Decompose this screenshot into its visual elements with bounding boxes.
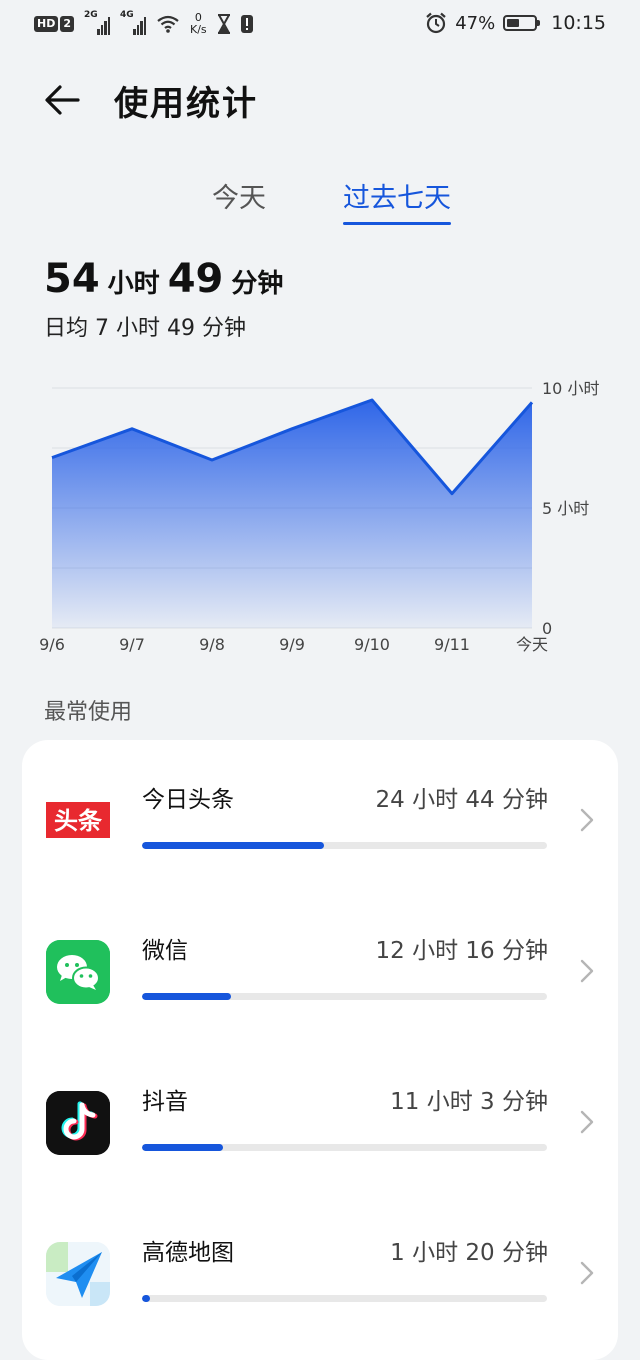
usage-chart: 10 小时5 小时0 9/69/79/89/99/109/11今天 — [0, 370, 640, 660]
sim2-badge: 2 — [60, 16, 74, 32]
usage-bar-track — [142, 1144, 547, 1151]
most-used-card: 头条 今日头条 24 小时 44 分钟 微信 — [22, 740, 618, 1360]
usage-bar-fill — [142, 993, 231, 1000]
back-button[interactable] — [40, 78, 88, 122]
page-title: 使用统计 — [114, 76, 258, 125]
signal-1-label: 2G — [84, 10, 98, 20]
x-tick-label: 9/8 — [199, 635, 225, 654]
app-row-toutiao[interactable]: 头条 今日头条 24 小时 44 分钟 — [22, 740, 618, 891]
arrow-left-icon — [40, 78, 88, 122]
toutiao-icon: 头条 — [46, 788, 110, 852]
battery-icon — [503, 15, 537, 31]
usage-bar-fill — [142, 1295, 150, 1302]
app-usage-time: 1 小时 20 分钟 — [390, 1233, 548, 1267]
x-tick-label: 今天 — [516, 635, 548, 654]
chevron-right-icon — [578, 957, 596, 985]
amap-icon — [46, 1242, 110, 1306]
chevron-right-icon — [578, 1259, 596, 1287]
status-time: 10:15 — [551, 12, 606, 34]
signal-2-label: 4G — [120, 10, 134, 20]
signal-icon-2: 4G — [120, 13, 146, 35]
battery-percent: 47% — [455, 13, 495, 34]
hourglass-icon — [217, 14, 231, 34]
chart-area-fill — [52, 400, 532, 628]
alert-icon — [241, 14, 253, 34]
app-usage-time: 24 小时 44 分钟 — [376, 780, 548, 814]
hd-indicator: HD 2 — [34, 16, 74, 32]
tab-past-seven-days-label: 过去七天 — [343, 183, 451, 214]
app-row-wechat[interactable]: 微信 12 小时 16 分钟 — [22, 891, 618, 1042]
app-usage-time: 11 小时 3 分钟 — [390, 1082, 548, 1116]
total-usage: 54 小时 49 分钟 — [44, 256, 283, 302]
app-name: 微信 — [142, 931, 188, 965]
total-hours: 54 — [44, 256, 100, 302]
usage-bar-track — [142, 1295, 547, 1302]
usage-bar-fill — [142, 1144, 223, 1151]
x-tick-label: 9/10 — [354, 635, 390, 654]
app-name: 高德地图 — [142, 1233, 234, 1267]
hd-badge: HD — [34, 16, 58, 32]
battery-fill — [507, 19, 519, 27]
x-tick-label: 9/6 — [39, 635, 65, 654]
tab-past-seven-days[interactable]: 过去七天 — [343, 176, 451, 215]
tab-today-label: 今天 — [212, 183, 266, 214]
period-tabs: 今天 过去七天 — [0, 176, 640, 236]
app-name: 抖音 — [142, 1082, 188, 1116]
daily-average: 日均 7 小时 49 分钟 — [44, 310, 246, 342]
app-row-amap[interactable]: 高德地图 1 小时 20 分钟 — [22, 1193, 618, 1344]
app-row-douyin[interactable]: 抖音 11 小时 3 分钟 — [22, 1042, 618, 1193]
total-minutes: 49 — [168, 256, 224, 302]
usage-bar-track — [142, 993, 547, 1000]
minute-unit: 分钟 — [231, 263, 283, 300]
x-tick-label: 9/9 — [279, 635, 305, 654]
x-tick-label: 9/7 — [119, 635, 145, 654]
status-right: 47% 10:15 — [425, 12, 606, 34]
chevron-right-icon — [578, 806, 596, 834]
hour-unit: 小时 — [108, 263, 160, 300]
net-speed: 0 K/s — [190, 12, 207, 36]
net-speed-unit: K/s — [190, 24, 207, 36]
app-name: 今日头条 — [142, 780, 234, 814]
tab-today[interactable]: 今天 — [212, 176, 266, 215]
douyin-icon — [46, 1091, 110, 1155]
wechat-icon — [46, 940, 110, 1004]
usage-bar-track — [142, 842, 547, 849]
y-tick-label: 5 小时 — [542, 499, 589, 518]
status-left: HD 2 2G 4G 0 K/s — [34, 12, 253, 36]
app-usage-time: 12 小时 16 分钟 — [376, 931, 548, 965]
alarm-icon — [425, 12, 447, 34]
usage-bar-fill — [142, 842, 324, 849]
active-tab-indicator — [343, 222, 451, 225]
status-bar: HD 2 2G 4G 0 K/s — [0, 0, 640, 50]
chevron-right-icon — [578, 1108, 596, 1136]
most-used-label: 最常使用 — [44, 694, 132, 726]
header: 使用统计 — [0, 60, 640, 140]
wifi-icon — [156, 14, 180, 34]
svg-text:头条: 头条 — [54, 807, 103, 835]
y-tick-label: 10 小时 — [542, 379, 599, 398]
signal-icon-1: 2G — [84, 13, 110, 35]
x-tick-label: 9/11 — [434, 635, 470, 654]
